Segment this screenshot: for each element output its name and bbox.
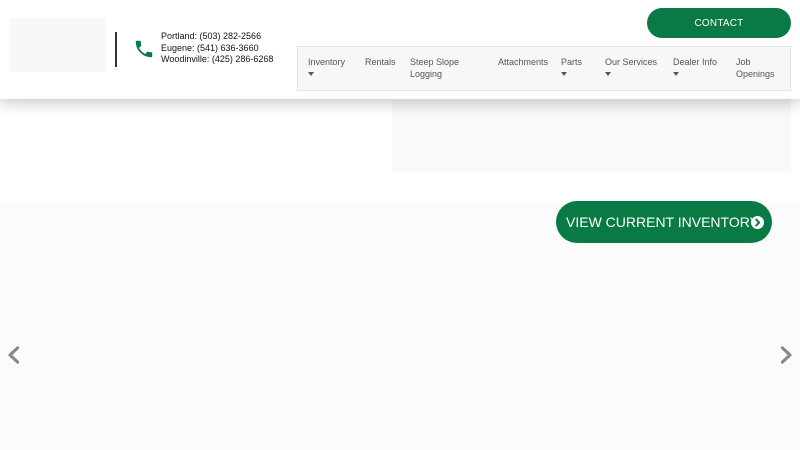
phone-woodinville[interactable]: Woodinville: (425) 286-6268: [161, 54, 273, 66]
page: Portland: (503) 282-2566 Eugene: (541) 6…: [0, 0, 800, 450]
arrow-circle-right-icon: [751, 216, 764, 229]
site-header: Portland: (503) 282-2566 Eugene: (541) 6…: [0, 0, 800, 99]
content-panel: [392, 99, 791, 172]
header-divider: [115, 32, 117, 67]
caret-down-icon: [308, 72, 314, 76]
nav-item-label: Our Services: [605, 57, 658, 67]
nav-item-our-services[interactable]: Our Services: [605, 56, 665, 76]
contact-button[interactable]: CONTACT: [647, 8, 791, 38]
nav-item-attachments[interactable]: Attachments: [498, 56, 552, 68]
nav-item-label: Inventory: [308, 57, 346, 67]
phone-portland[interactable]: Portland: (503) 282-2566: [161, 31, 273, 43]
company-logo[interactable]: [10, 18, 106, 72]
phone-numbers: Portland: (503) 282-2566 Eugene: (541) 6…: [161, 31, 273, 66]
phone-icon: [135, 40, 153, 58]
nav-item-steep-slope-logging[interactable]: Steep Slope Logging: [410, 56, 470, 80]
nav-item-label: Rentals: [365, 57, 396, 67]
caret-down-icon: [561, 72, 567, 76]
nav-item-label: Attachments: [498, 57, 549, 67]
nav-item-dealer-info[interactable]: Dealer Info: [673, 56, 727, 76]
phone-eugene[interactable]: Eugene: (541) 636-3660: [161, 43, 273, 55]
chevron-right-icon[interactable]: [778, 346, 794, 364]
nav-item-parts[interactable]: Parts: [561, 56, 591, 76]
nav-item-label: Dealer Info: [673, 57, 718, 67]
nav-item-rentals[interactable]: Rentals: [365, 56, 401, 68]
nav-item-inventory[interactable]: Inventory: [308, 56, 348, 76]
main-nav: Inventory Rentals Steep Slope Logging At…: [297, 46, 791, 91]
nav-item-job-openings[interactable]: Job Openings: [736, 56, 776, 80]
caret-down-icon: [673, 72, 679, 76]
nav-item-label: Steep Slope Logging: [410, 57, 460, 79]
nav-item-label: Parts: [561, 57, 583, 67]
chevron-left-icon[interactable]: [6, 346, 22, 364]
caret-down-icon: [605, 72, 611, 76]
view-inventory-button[interactable]: VIEW CURRENT INVENTORY: [556, 201, 772, 243]
view-inventory-label: VIEW CURRENT INVENTORY: [566, 214, 759, 230]
nav-item-label: Job Openings: [736, 57, 775, 79]
